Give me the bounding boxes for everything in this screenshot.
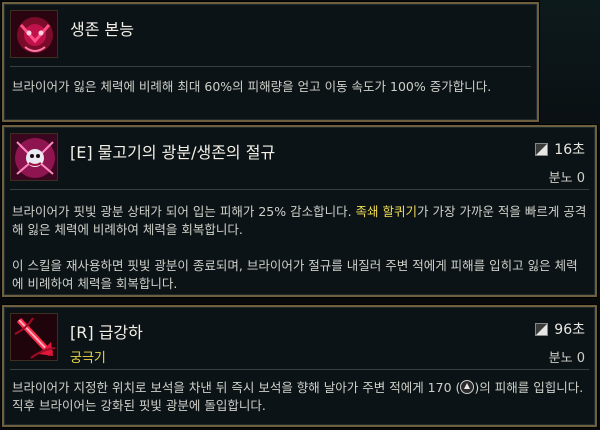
passive-description: 브라이어가 잃은 체력에 비례해 최대 60%의 피해량을 얻고 이동 속도가 … — [12, 78, 529, 96]
r-divider — [10, 369, 589, 370]
hourglass-icon — [535, 142, 549, 156]
r-cost: 분노 0 — [548, 351, 585, 366]
r-desc-before: 브라이어가 지정한 위치로 보석을 차낸 뒤 즉시 보석을 향해 날아가 주변 … — [12, 380, 461, 395]
crimson-mask-icon — [10, 10, 58, 58]
e-cost: 분노 0 — [548, 171, 585, 186]
dive-spear-icon — [10, 313, 58, 361]
e-cooldown-value: 16초 — [554, 142, 585, 158]
e-divider — [10, 189, 589, 190]
passive-tooltip: 생존 본능 브라이어가 잃은 체력에 비례해 최대 60%의 피해량을 얻고 이… — [2, 2, 539, 122]
e-title: [E] 물고기의 광분/생존의 절규 — [70, 143, 276, 162]
passive-header: 생존 본능 — [4, 4, 537, 62]
hourglass-icon — [535, 322, 549, 336]
passive-divider — [10, 66, 531, 67]
r-description: 브라이어가 지정한 위치로 보석을 차낸 뒤 즉시 보석을 향해 날아가 주변 … — [12, 379, 587, 415]
e-desc1-before: 브라이어가 핏빛 광분 상태가 되어 입는 피해가 25% 감소합니다. — [12, 204, 356, 219]
e-ability-tooltip: [E] 물고기의 광분/생존의 절규 16초 분노 0 브라이어가 핏빛 광분 … — [2, 125, 597, 297]
r-cooldown: 96초 — [535, 319, 585, 339]
r-cooldown-value: 96초 — [554, 322, 585, 338]
e-header: [E] 물고기의 광분/생존의 절규 16초 분노 0 — [4, 127, 595, 186]
r-description-paragraph: 브라이어가 지정한 위치로 보석을 차낸 뒤 즉시 보석을 향해 날아가 주변 … — [12, 379, 587, 415]
e-description-paragraph-2: 이 스킬을 재사용하면 핏빛 광분이 종료되며, 브라이어가 절규를 내질러 주… — [12, 258, 578, 291]
r-title: [R] 급강하 — [70, 323, 143, 342]
passive-title: 생존 본능 — [70, 20, 134, 39]
passive-description-text: 브라이어가 잃은 체력에 비례해 최대 60%의 피해량을 얻고 이동 속도가 … — [12, 79, 492, 94]
ability-power-icon — [460, 380, 475, 394]
r-subtitle: 궁극기 — [70, 351, 106, 366]
r-ability-tooltip: [R] 급강하 궁극기 96초 분노 0 브라이어가 지정한 위치로 보석을 차… — [2, 305, 597, 427]
e-highlight-keyword: 족쇄 할퀴기 — [355, 204, 418, 219]
e-description: 브라이어가 핏빛 광분 상태가 되어 입는 피해가 25% 감소합니다. 족쇄 … — [12, 203, 587, 293]
frenzy-icon — [10, 133, 58, 181]
r-header: [R] 급강하 궁극기 96초 분노 0 — [4, 307, 595, 366]
e-description-paragraph-1: 브라이어가 핏빛 광분 상태가 되어 입는 피해가 25% 감소합니다. 족쇄 … — [12, 203, 587, 239]
e-cooldown: 16초 — [535, 139, 585, 159]
background-scenery — [540, 0, 600, 130]
